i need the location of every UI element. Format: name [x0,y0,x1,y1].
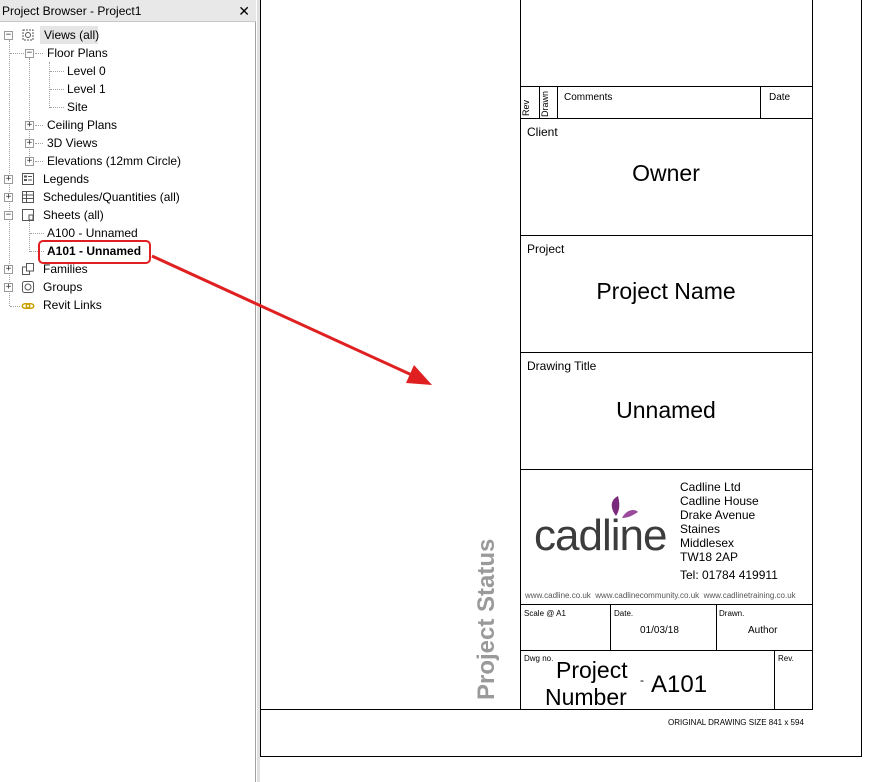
views-icon [22,29,34,41]
project-browser-titlebar: Project Browser - Project1 ✕ [0,0,256,22]
tree-guide-line [35,53,43,54]
sheet-border-left [260,0,261,757]
collapse-floor-plans-toggle[interactable]: − [25,49,34,58]
company-address: Cadline Ltd Cadline House Drake Avenue S… [680,480,759,564]
tree-guide-line [29,220,30,252]
project-browser-panel: Project Browser - Project1 ✕ − Views (al… [0,0,256,782]
date-value: 01/03/18 [640,625,679,636]
sheet-icon [22,209,34,221]
tree-guide-line [10,306,20,307]
expand-schedules-toggle[interactable]: + [4,193,13,202]
drawing-frame-bottom [260,709,813,710]
project-browser-title: Project Browser - Project1 [2,4,142,18]
address-line: TW18 2AP [680,550,739,564]
drawn-column-header: Drawn [540,90,550,117]
cadline-logo: cadline [534,496,667,556]
titleblock-line [520,86,813,87]
tree-guide-line [50,71,64,72]
sheet-number: A101 [651,671,708,698]
titleblock-line [520,604,813,605]
tree-guide-line [35,143,43,144]
client-label: Client [527,125,558,139]
drawn-value: Author [748,625,778,636]
company-websites: www.cadline.co.uk www.cadlinecommunity.c… [525,591,796,600]
titleblock-line [760,86,761,119]
expand-groups-toggle[interactable]: + [4,283,13,292]
legend-icon [22,173,34,185]
link-icon [21,302,35,310]
address-line: Cadline House [680,494,759,508]
titleblock-line [716,604,717,650]
address-line: Drake Avenue [680,508,756,522]
date-column-header: Date [769,92,791,103]
titleblock-line [774,650,775,710]
rev-label: Rev. [778,654,794,663]
titleblock-line [520,650,813,651]
collapse-sheets-toggle[interactable]: − [4,211,13,220]
drawing-title-value: Unnamed [616,397,716,423]
address-line: Staines [680,522,721,536]
sheet-border-right [861,0,862,757]
tree-guide-line [50,107,64,108]
project-number-line2: Number [545,684,627,710]
project-status-label: Project Status [473,538,500,700]
date-label: Date. [614,609,634,618]
tree-item-views[interactable]: Views (all) [40,26,99,44]
close-icon[interactable]: ✕ [238,0,250,22]
expand-families-toggle[interactable]: + [4,265,13,274]
address-line: Middlesex [680,536,735,550]
titleblock-line [520,469,813,470]
titleblock-line [520,118,813,119]
titleblock-line [557,86,558,119]
drawn-label: Drawn. [719,609,745,618]
tree-guide-line [10,53,24,54]
expand-legends-toggle[interactable]: + [4,175,13,184]
expand-elevations-toggle[interactable]: + [25,157,34,166]
tree-guide-line [50,89,64,90]
project-number-line1: Project [556,657,628,683]
scale-label: Scale @ A1 [524,609,566,618]
sheet-border-bottom [260,756,862,757]
drawing-title-label: Drawing Title [527,359,597,373]
tree-guide-line [30,233,44,234]
tree-guide-line [35,161,43,162]
tree-guide-line [49,62,50,108]
groups-icon [22,281,34,293]
dwg-no-label: Dwg no. [524,654,554,663]
titleblock-line [610,604,611,650]
collapse-views-toggle[interactable]: − [4,31,13,40]
families-icon [22,263,34,275]
client-value: Owner [632,160,700,186]
schedule-icon [22,191,34,203]
project-label: Project [527,242,565,256]
project-name-value: Project Name [596,278,736,304]
titleblock-line [520,235,813,236]
expand-ceiling-plans-toggle[interactable]: + [25,121,34,130]
rev-column-header: Rev [521,99,531,116]
company-telephone: Tel: 01784 419911 [680,568,778,582]
titleblock-line [520,352,813,353]
dwg-separator: - [640,673,644,687]
tree-guide-line [35,125,43,126]
comments-column-header: Comments [564,92,613,103]
address-line: Cadline Ltd [680,480,741,494]
original-drawing-size: ORIGINAL DRAWING SIZE 841 x 594 [668,718,804,727]
logo-lettering: cadline [534,511,666,556]
expand-3d-views-toggle[interactable]: + [25,139,34,148]
